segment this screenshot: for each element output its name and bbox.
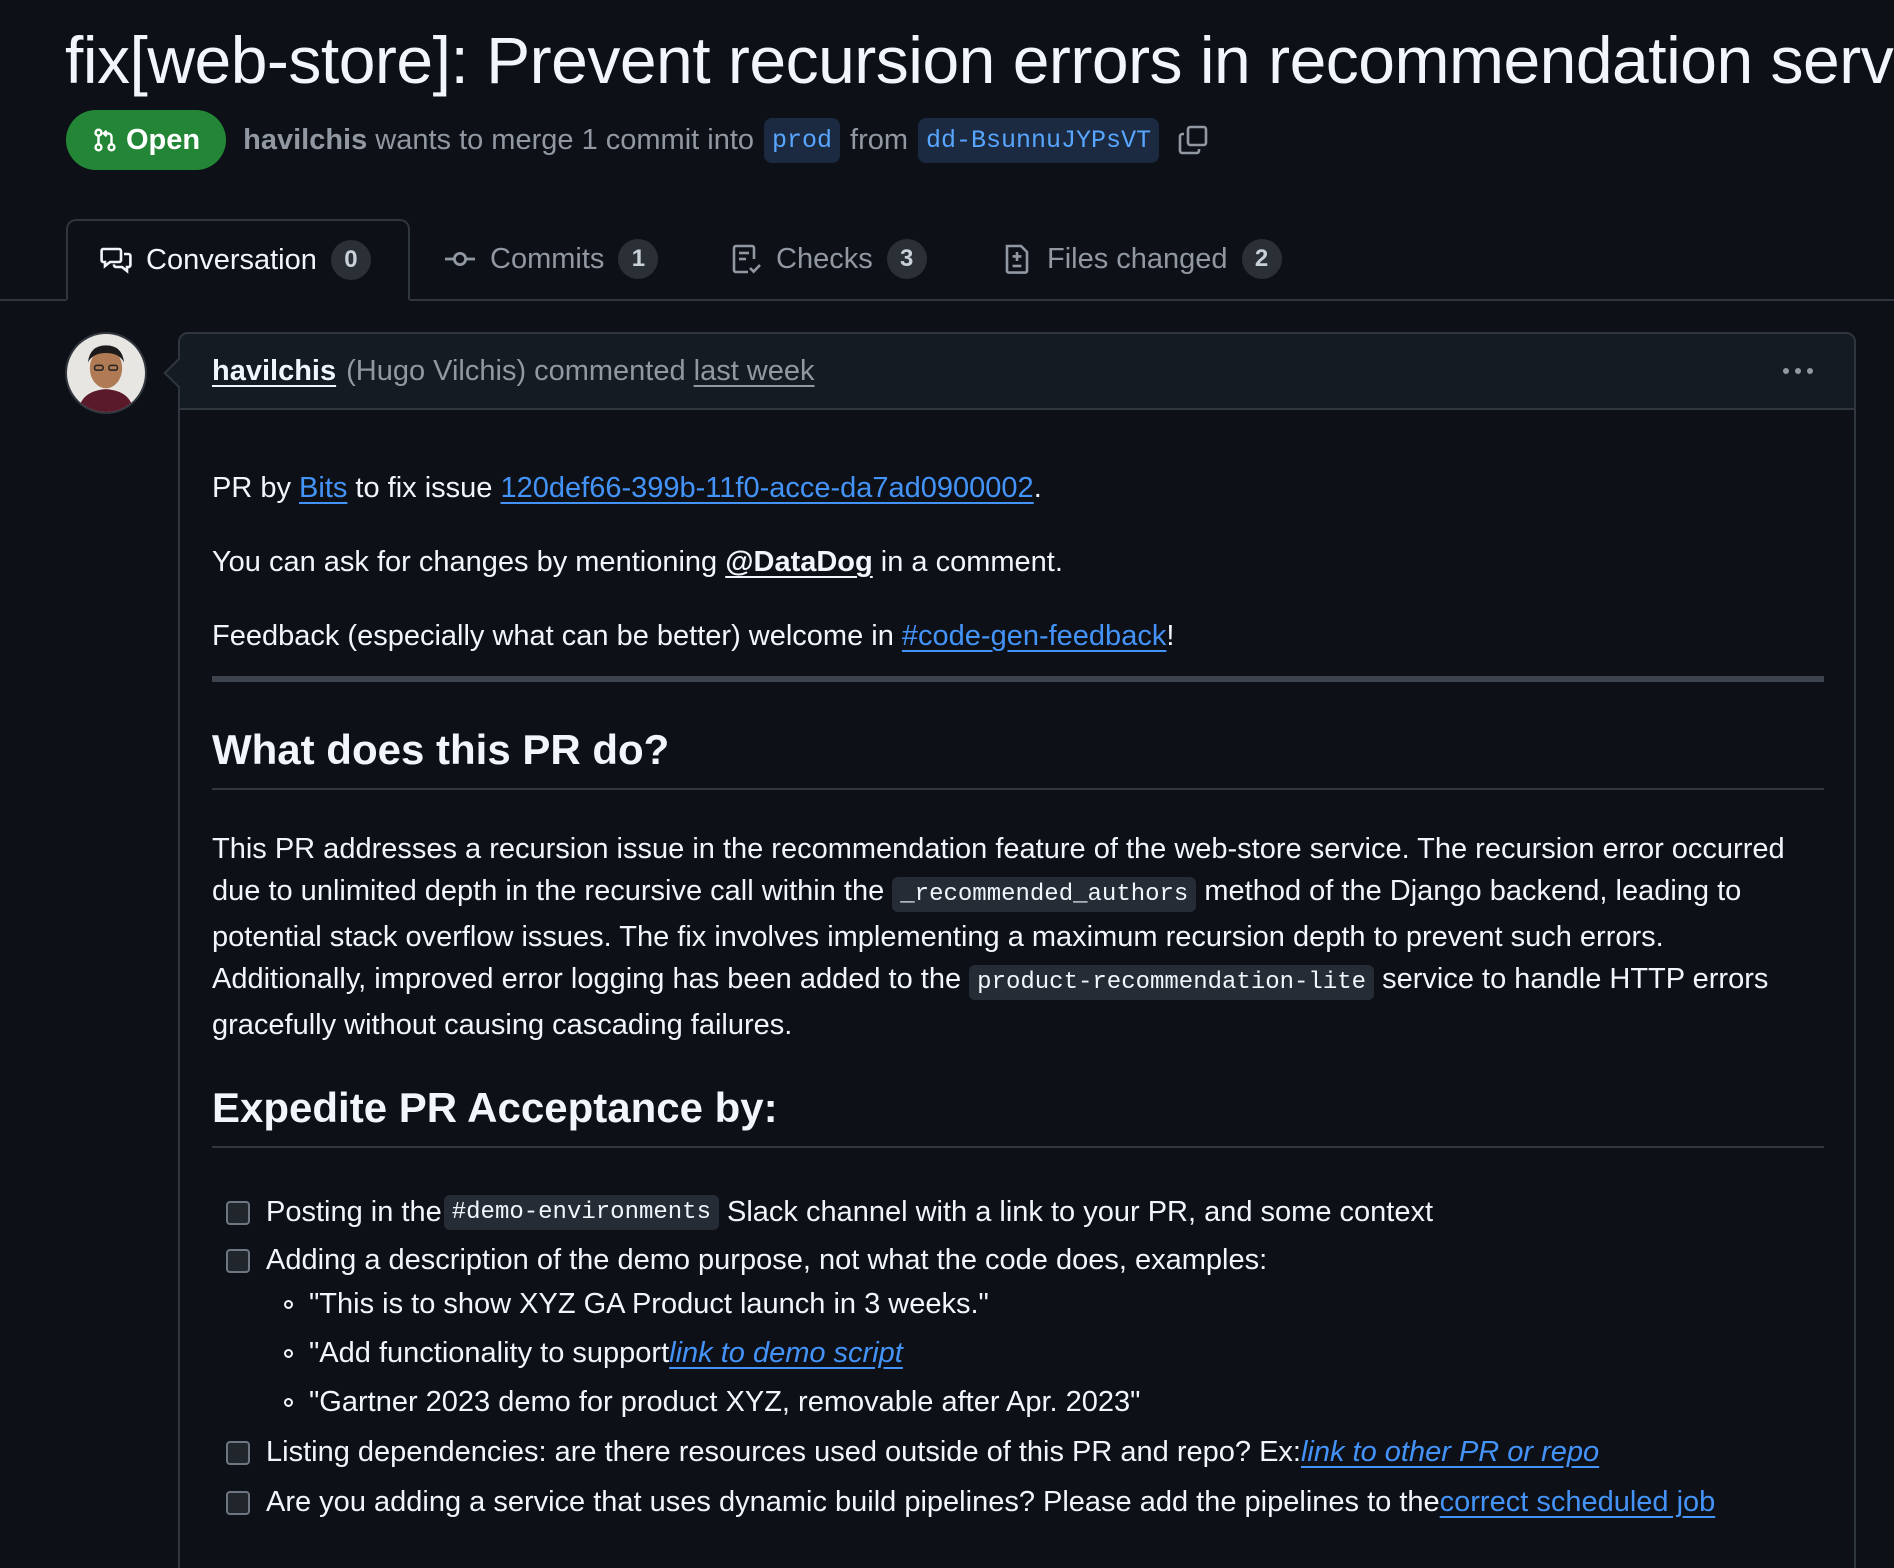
list-item: "This is to show XYZ GA Product launch i…	[284, 1288, 989, 1321]
scheduled-job-link[interactable]: correct scheduled job	[1440, 1486, 1716, 1519]
comment-author-link[interactable]: havilchis	[212, 355, 336, 388]
tab-counter: 2	[1241, 239, 1282, 279]
task-checkbox[interactable]	[226, 1200, 250, 1225]
datadog-mention[interactable]: @DataDog	[725, 546, 873, 578]
text: Adding a description of the demo purpose…	[266, 1244, 1268, 1276]
text: Additionally, improved error logging has…	[212, 963, 970, 995]
inline-code: _recommended_authors	[892, 877, 1197, 912]
text: You can ask for changes by mentioning	[212, 546, 726, 578]
other-pr-link[interactable]: link to other PR or repo	[1301, 1436, 1599, 1469]
text: Are you adding a service that uses dynam…	[266, 1486, 1440, 1518]
pr-tabs: Conversation 0 Commits 1 Checks 3 Files …	[0, 219, 1894, 301]
text: Feedback (especially what can be better)…	[212, 620, 902, 652]
text: This PR addresses a recursion issue in t…	[212, 833, 1785, 865]
tab-counter: 1	[618, 239, 659, 279]
text: .	[1033, 472, 1042, 504]
from-text: from	[850, 123, 909, 156]
bullet	[284, 1398, 293, 1407]
bits-link[interactable]: Bits	[299, 472, 347, 504]
bullet	[284, 1349, 293, 1358]
tab-counter: 0	[330, 240, 371, 280]
text: due to unlimited depth in the recursive …	[212, 875, 893, 907]
comment-action: commented	[534, 354, 686, 387]
tab-counter: 3	[886, 239, 927, 279]
task-checkbox[interactable]	[226, 1440, 250, 1465]
comment-box: havilchis (Hugo Vilchis) commented last …	[178, 332, 1856, 1568]
comment-timestamp[interactable]: last week	[694, 355, 815, 388]
kebab-horizontal-icon[interactable]	[1778, 356, 1818, 386]
task-item: Adding a description of the demo purpose…	[226, 1244, 1267, 1277]
comment-discussion-icon	[100, 244, 132, 276]
list-item: "Add functionality to support link to de…	[284, 1337, 903, 1370]
text: "Gartner 2023 demo for product XYZ, remo…	[309, 1386, 1141, 1418]
avatar[interactable]	[65, 332, 147, 414]
list-item: "Gartner 2023 demo for product XYZ, remo…	[284, 1386, 1140, 1419]
text: !	[1166, 620, 1175, 652]
task-checkbox[interactable]	[226, 1490, 250, 1515]
section-heading-what: What does this PR do?	[212, 726, 1824, 790]
status-badge: Open	[66, 110, 227, 170]
tab-label: Conversation	[146, 243, 317, 276]
text-line: Additionally, improved error logging has…	[212, 958, 1824, 1004]
text: service to handle HTTP errors	[1374, 963, 1769, 995]
base-branch[interactable]: prod	[764, 117, 841, 163]
text: gracefully without causing cascading fai…	[212, 1009, 793, 1041]
inline-code: #demo-environments	[443, 1195, 719, 1230]
tab-conversation[interactable]: Conversation 0	[66, 219, 410, 301]
demo-script-link[interactable]: link to demo script	[669, 1337, 903, 1370]
text-line: due to unlimited depth in the recursive …	[212, 870, 1824, 916]
task-item: Are you adding a service that uses dynam…	[226, 1486, 1715, 1519]
comment-header: havilchis (Hugo Vilchis) commented last …	[180, 334, 1854, 410]
text: "This is to show XYZ GA Product launch i…	[309, 1288, 989, 1320]
tab-commits[interactable]: Commits 1	[444, 219, 659, 299]
head-branch[interactable]: dd-BsunnuJYPsVT	[918, 117, 1160, 163]
text: in a comment.	[872, 546, 1063, 578]
comment-author-fullname: (Hugo Vilchis)	[346, 354, 527, 387]
tab-files-changed[interactable]: Files changed 2	[1001, 219, 1282, 299]
task-item: Listing dependencies: are there resource…	[226, 1436, 1599, 1469]
task-checkbox[interactable]	[226, 1248, 250, 1273]
text: Slack channel with a link to your PR, an…	[726, 1196, 1434, 1228]
file-diff-icon	[1001, 243, 1033, 275]
page-title: fix[web-store]: Prevent recursion errors…	[65, 23, 1894, 97]
text: potential stack overflow issues. The fix…	[212, 921, 1664, 953]
section-heading-expedite: Expedite PR Acceptance by:	[212, 1084, 1824, 1148]
pull-request-page: fix[web-store]: Prevent recursion errors…	[0, 0, 1894, 1568]
divider	[212, 676, 1824, 682]
pr-author-link[interactable]: havilchis	[243, 124, 367, 157]
tab-checks[interactable]: Checks 3	[730, 219, 927, 299]
tab-label: Commits	[490, 242, 605, 275]
checklist-icon	[730, 243, 762, 275]
inline-code: product-recommendation-lite	[969, 965, 1375, 1000]
bullet	[284, 1300, 293, 1309]
feedback-channel-link[interactable]: #code-gen-feedback	[902, 620, 1166, 652]
pr-meta: Open havilchis wants to merge 1 commit i…	[66, 110, 1209, 170]
git-commit-icon	[444, 243, 476, 275]
text: Listing dependencies: are there resource…	[266, 1436, 1301, 1468]
tab-label: Checks	[776, 242, 873, 275]
intro-line-2: You can ask for changes by mentioning @D…	[212, 546, 1063, 579]
tab-label: Files changed	[1047, 242, 1228, 275]
description-paragraph: This PR addresses a recursion issue in t…	[212, 828, 1824, 1046]
text: PR by	[212, 472, 300, 504]
intro-line-3: Feedback (especially what can be better)…	[212, 620, 1174, 653]
status-label: Open	[126, 123, 201, 156]
intro-line-1: PR by Bits to fix issue 120def66-399b-11…	[212, 472, 1042, 505]
text: "Add functionality to support	[309, 1337, 670, 1369]
task-item: Posting in the #demo-environments Slack …	[226, 1195, 1433, 1230]
issue-link[interactable]: 120def66-399b-11f0-acce-da7ad0900002	[501, 472, 1034, 504]
text: method of the Django backend, leading to	[1196, 875, 1742, 907]
copy-icon[interactable]	[1177, 124, 1209, 156]
merge-description: wants to merge 1 commit into	[375, 123, 755, 156]
text: to fix issue	[347, 472, 501, 504]
text: Posting in the	[266, 1196, 442, 1228]
git-pull-request-icon	[92, 127, 118, 153]
